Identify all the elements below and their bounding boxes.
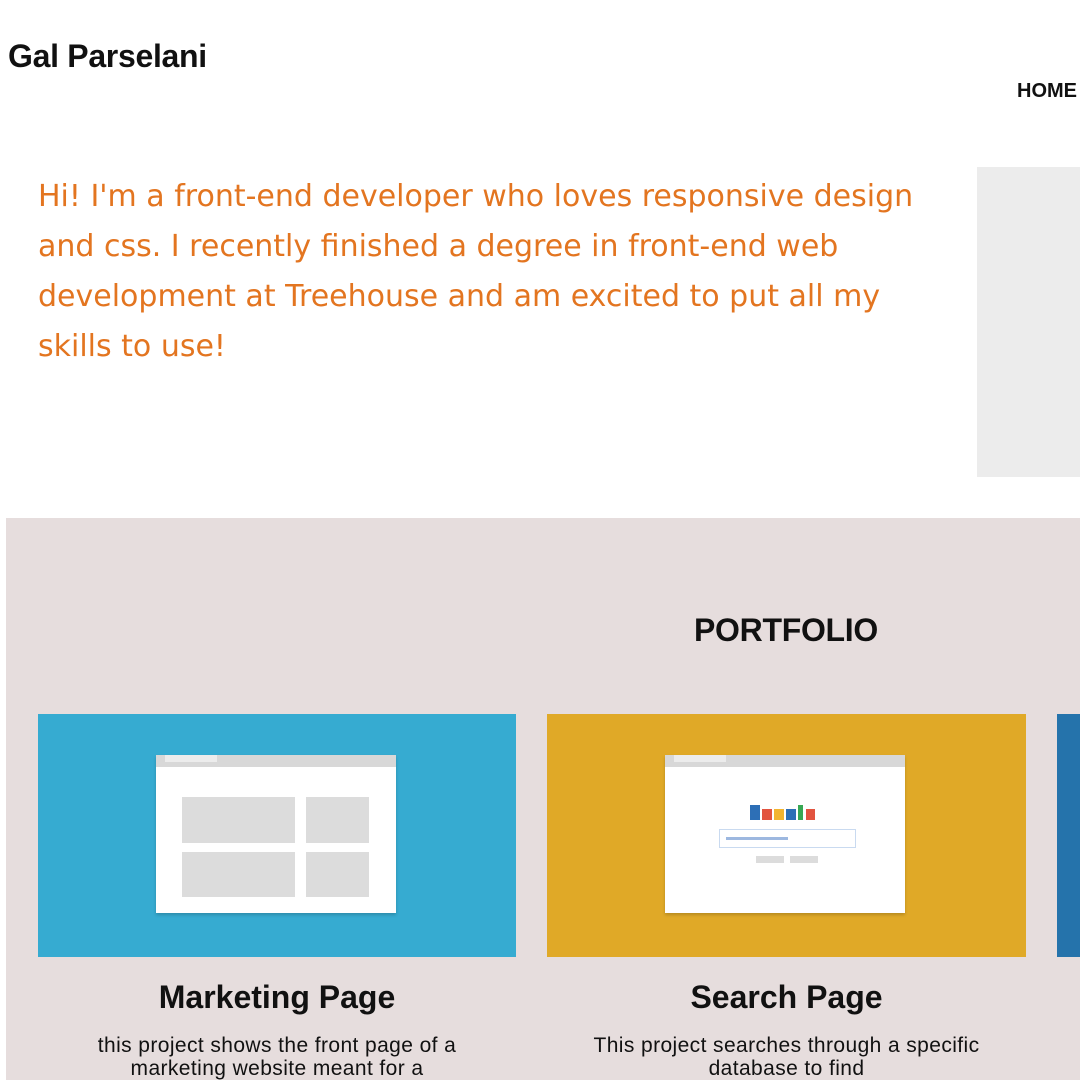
layout-wireframe-icon <box>156 755 396 913</box>
search-logo-icon <box>750 805 830 820</box>
search-button-graphic <box>756 856 784 863</box>
logo-bar <box>750 805 760 820</box>
browser-tab <box>165 755 217 762</box>
project-description: this project shows the front page of a m… <box>97 1034 457 1080</box>
project-thumbnail[interactable] <box>1057 714 1080 957</box>
nav-link-home[interactable]: HOME <box>1017 80 1080 103</box>
browser-bar <box>665 755 905 767</box>
intro-text: Hi! I'm a front-end developer who loves … <box>38 179 914 364</box>
project-title[interactable]: Search Page <box>547 979 1026 1016</box>
project-thumbnail[interactable] <box>547 714 1026 957</box>
search-button-graphic <box>790 856 818 863</box>
logo-bar <box>806 809 815 820</box>
logo-bar <box>798 805 803 820</box>
portfolio-section: PORTFOLIO Marketing Page this project sh… <box>6 518 1080 1080</box>
logo-bar <box>774 809 784 820</box>
layout-block <box>306 852 369 897</box>
logo-bar <box>762 809 772 820</box>
portfolio-heading: PORTFOLIO <box>694 612 878 648</box>
layout-block <box>306 797 369 843</box>
profile-photo <box>977 167 1080 477</box>
search-field-graphic <box>719 829 856 848</box>
portfolio-card-third <box>1057 714 1080 957</box>
project-title[interactable]: Marketing Page <box>38 979 516 1016</box>
logo-bar <box>786 809 796 820</box>
project-thumbnail[interactable] <box>38 714 516 957</box>
layout-block <box>182 797 295 843</box>
portfolio-card-search: Search Page This project searches throug… <box>547 714 1026 1080</box>
browser-tab <box>674 755 726 762</box>
search-wireframe-icon <box>665 755 905 913</box>
portfolio-card-marketing: Marketing Page this project shows the fr… <box>38 714 516 1080</box>
layout-block <box>182 852 295 897</box>
project-description: This project searches through a specific… <box>593 1034 980 1080</box>
browser-bar <box>156 755 396 767</box>
search-field-line <box>726 837 788 840</box>
site-name[interactable]: Gal Parselani <box>8 38 207 75</box>
